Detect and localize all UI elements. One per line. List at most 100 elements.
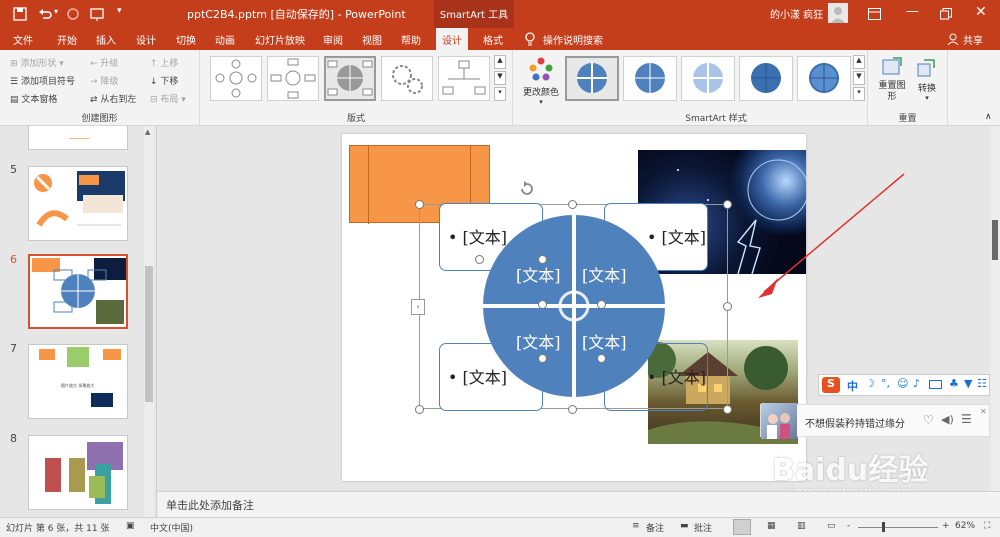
slide-thumbnail-7[interactable]: 图片放大 场景放大: [28, 344, 128, 419]
shirt-icon[interactable]: ▼: [964, 377, 972, 390]
demote-button[interactable]: → 降级: [90, 74, 118, 87]
shape-handle-5[interactable]: [538, 354, 547, 363]
volume-icon[interactable]: ◀): [941, 413, 954, 426]
change-colors-button[interactable]: 更改颜色 ▾: [519, 56, 563, 106]
music-close-icon[interactable]: ✕: [980, 407, 987, 416]
close-icon[interactable]: ✕: [975, 4, 987, 20]
tab-view[interactable]: 视图: [362, 32, 382, 47]
slide-thumbnail-6-active[interactable]: [28, 254, 128, 329]
resize-handle-br[interactable]: [723, 405, 732, 414]
move-up-button[interactable]: ↑ 上移: [150, 56, 178, 69]
normal-view-icon[interactable]: [733, 519, 751, 535]
tab-format[interactable]: 格式: [483, 32, 503, 47]
playlist-icon[interactable]: ☰: [961, 412, 972, 426]
ime-mode-indicator[interactable]: 中: [847, 378, 858, 394]
resize-handle-t[interactable]: [568, 200, 577, 209]
quadrant-text-top-right[interactable]: [文本]: [582, 262, 627, 286]
shape-handle-6[interactable]: [597, 354, 606, 363]
layouts-scroll-down[interactable]: ▼: [494, 71, 506, 85]
slide-canvas[interactable]: • [文本] • [文本] • [文本] • [文本] [文本] [文本] [文…: [342, 134, 806, 481]
layout-option-5[interactable]: [438, 56, 490, 101]
tab-design[interactable]: 设计: [136, 32, 156, 47]
minimize-icon[interactable]: —: [906, 4, 919, 19]
reading-view-icon[interactable]: ▥: [797, 521, 806, 531]
layouts-more[interactable]: ▾: [494, 87, 506, 101]
tab-help[interactable]: 帮助: [401, 32, 421, 47]
user-name[interactable]: 的小漾 疯狂: [770, 6, 823, 21]
shape-handle-4[interactable]: [597, 300, 606, 309]
present-icon[interactable]: [90, 7, 104, 21]
notes-placeholder[interactable]: 单击此处添加备注: [166, 497, 254, 513]
keyboard-icon[interactable]: [929, 380, 942, 389]
scroll-thumb[interactable]: [145, 266, 153, 402]
style-option-1-selected[interactable]: [565, 56, 619, 101]
undo-icon[interactable]: [38, 7, 52, 21]
shape-handle-1[interactable]: [475, 255, 484, 264]
style-option-3[interactable]: [681, 56, 735, 101]
text-pane-toggle[interactable]: ‹: [411, 299, 425, 315]
layout-option-3-selected[interactable]: [324, 56, 376, 101]
zoom-level[interactable]: 62%: [955, 521, 975, 531]
tab-smartart-design[interactable]: 设计: [436, 28, 468, 50]
restore-icon[interactable]: [940, 8, 952, 20]
styles-scroll-up[interactable]: ▲: [853, 55, 865, 69]
rotate-handle-icon[interactable]: [519, 180, 535, 196]
scroll-up-arrow[interactable]: ▲: [145, 128, 150, 136]
style-option-2[interactable]: [623, 56, 677, 101]
layout-option-1[interactable]: [210, 56, 262, 101]
resize-handle-r[interactable]: [723, 302, 732, 311]
tab-transitions[interactable]: 切换: [176, 32, 196, 47]
style-option-5[interactable]: [797, 56, 851, 101]
tab-file[interactable]: 文件: [13, 32, 33, 47]
notes-toggle-button[interactable]: 备注: [646, 521, 664, 534]
redo-icon[interactable]: [66, 7, 80, 21]
style-option-4[interactable]: [739, 56, 793, 101]
ime-menu-icon[interactable]: ☷: [977, 377, 987, 390]
customize-toolbar-icon[interactable]: ▾: [117, 6, 122, 16]
zoom-in-button[interactable]: +: [942, 521, 950, 531]
shape-handle-3[interactable]: [538, 300, 547, 309]
collapse-ribbon-icon[interactable]: ∧: [985, 112, 992, 122]
slide-thumbnail-8[interactable]: [28, 435, 128, 510]
quadrant-text-top-left[interactable]: [文本]: [516, 262, 561, 286]
layout-option-4[interactable]: [381, 56, 433, 101]
zoom-slider-thumb[interactable]: [882, 522, 885, 532]
convert-button[interactable]: 转换 ▾: [912, 56, 942, 102]
add-shape-button[interactable]: ⊞ 添加形状 ▾: [10, 56, 64, 69]
resize-handle-tl[interactable]: [415, 200, 424, 209]
moon-icon[interactable]: ☽: [865, 377, 875, 390]
styles-scroll-down[interactable]: ▼: [853, 71, 865, 85]
ime-toolbar[interactable]: S 中 ☽ °, ☺ ♪ ♣ ▼ ☷: [818, 374, 990, 396]
slide-thumbnail-5[interactable]: [28, 166, 128, 241]
slide-thumbnail-4[interactable]: [28, 126, 128, 150]
ribbon-display-icon[interactable]: [868, 8, 881, 20]
tab-review[interactable]: 审阅: [323, 32, 343, 47]
styles-more[interactable]: ▾: [853, 87, 865, 101]
skin-icon[interactable]: ♣: [949, 377, 959, 390]
avatar[interactable]: [828, 3, 848, 23]
undo-dropdown-icon[interactable]: ▾: [54, 7, 58, 16]
resize-handle-b[interactable]: [568, 405, 577, 414]
quadrant-text-bottom-right[interactable]: [文本]: [582, 329, 627, 353]
layouts-scroll-up[interactable]: ▲: [494, 55, 506, 69]
music-player-widget[interactable]: 不想假装矜持错过缘分 ♡ ◀) ☰ ✕: [760, 403, 990, 439]
fit-slide-icon[interactable]: ⛶: [984, 521, 990, 531]
tell-me-search[interactable]: 操作说明搜索: [543, 32, 603, 47]
language-indicator[interactable]: 中文(中国): [150, 521, 193, 534]
shape-handle-2[interactable]: [538, 255, 547, 264]
notes-icon[interactable]: ≡: [632, 521, 640, 531]
comments-icon[interactable]: ▬: [680, 521, 689, 531]
canvas-vertical-scrollbar[interactable]: [990, 126, 1000, 491]
heart-icon[interactable]: ♡: [923, 413, 934, 427]
zoom-out-button[interactable]: -: [847, 521, 850, 531]
quadrant-circle-shape[interactable]: [480, 212, 668, 400]
slideshow-view-icon[interactable]: ▭: [827, 521, 836, 531]
canvas-scroll-thumb[interactable]: [992, 220, 998, 260]
share-icon[interactable]: [947, 33, 959, 45]
slide-panel-scrollbar[interactable]: ▲: [144, 126, 154, 517]
spellcheck-icon[interactable]: ▣: [126, 521, 135, 531]
emoji-icon[interactable]: ☺: [897, 377, 908, 390]
punctuation-icon[interactable]: °,: [881, 377, 890, 390]
move-down-button[interactable]: ↓ 下移: [150, 74, 178, 87]
layout-option-2[interactable]: [267, 56, 319, 101]
